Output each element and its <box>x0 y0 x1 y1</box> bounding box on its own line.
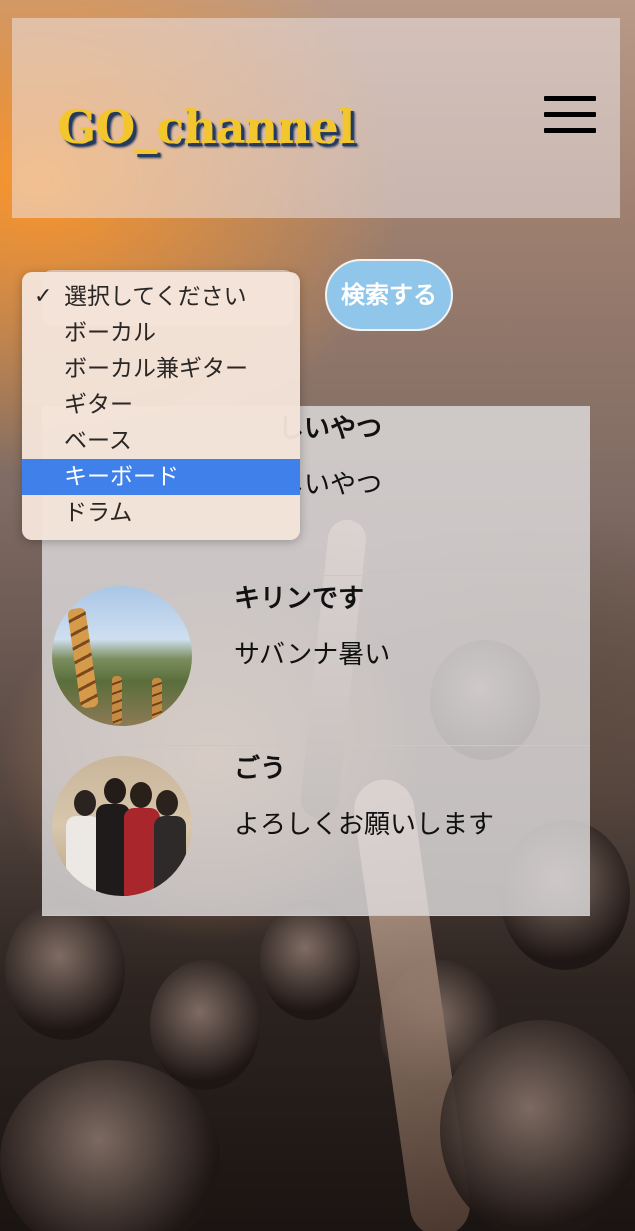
dropdown-option-guitar[interactable]: ギター <box>22 387 300 423</box>
dropdown-option-keyboard[interactable]: キーボード <box>22 459 300 495</box>
option-label: ベース <box>64 428 132 454</box>
option-label: ドラム <box>64 500 133 526</box>
member-name: キリンです <box>234 584 365 614</box>
member-message: よろしくお願いします <box>234 810 495 840</box>
list-item[interactable]: キリンです サバンナ暑い <box>42 576 590 746</box>
search-button[interactable]: 検索する <box>325 259 453 331</box>
list-item[interactable]: ごう よろしくお願いします <box>42 746 590 916</box>
dropdown-option-placeholder[interactable]: ✓ 選択してください <box>22 279 300 315</box>
hamburger-menu-icon[interactable] <box>544 96 596 136</box>
member-message: サバンナ暑い <box>234 640 391 670</box>
member-name: ごう <box>234 754 287 784</box>
avatar <box>52 586 192 726</box>
dropdown-option-vocal[interactable]: ボーカル <box>22 315 300 351</box>
avatar <box>52 756 192 896</box>
site-logo[interactable]: GO_channel <box>57 100 355 154</box>
option-label: ボーカル兼ギター <box>64 356 248 382</box>
option-label: 選択してください <box>64 284 247 310</box>
dropdown-option-vocal-guitar[interactable]: ボーカル兼ギター <box>22 351 300 387</box>
option-label: キーボード <box>64 464 179 490</box>
option-label: ギター <box>64 392 133 418</box>
part-select-dropdown[interactable]: ✓ 選択してください ボーカル ボーカル兼ギター ギター ベース キーボード ド… <box>22 272 300 540</box>
dropdown-option-drums[interactable]: ドラム <box>22 495 300 531</box>
site-header: GO_channel <box>12 18 620 218</box>
checkmark-icon: ✓ <box>34 284 53 309</box>
option-label: ボーカル <box>64 320 156 346</box>
dropdown-option-bass[interactable]: ベース <box>22 423 300 459</box>
